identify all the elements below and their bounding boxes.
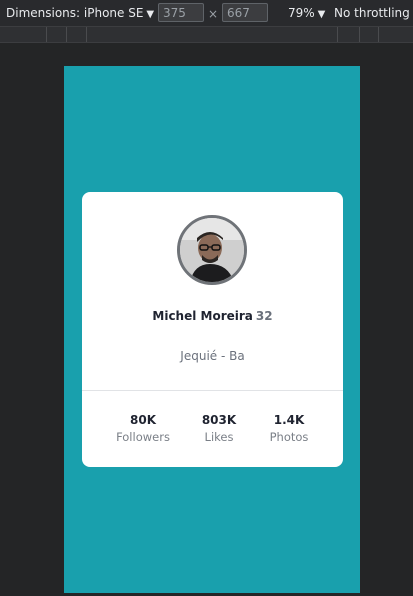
throttling-dropdown[interactable]: No throttling [334,0,410,26]
devtools-device-toolbar: Dimensions: iPhone SE ▼ 375 × 667 79% ▼ No… [0,0,413,27]
profile-age: 32 [255,309,273,323]
profile-card: Michel Moreira 32 Jequié - Ba 80K Followe… [82,192,343,467]
zoom-dropdown[interactable]: 79% ▼ [288,0,325,26]
profile-location: Jequié - Ba [180,349,245,363]
device-viewport: Michel Moreira 32 Jequié - Ba 80K Followe… [64,66,360,593]
height-input[interactable]: 667 [222,3,268,22]
profile-name: Michel Moreira 32 [82,309,343,323]
dimensions-label: Dimensions: iPhone SE [6,6,144,20]
dimensions-dropdown[interactable]: Dimensions: iPhone SE ▼ [6,0,154,26]
stat-photos: 1.4K Photos [244,413,334,444]
throttling-label: No throttling [334,6,410,20]
width-input[interactable]: 375 [158,3,204,22]
mq-separator [337,27,338,42]
zoom-label: 79% [288,6,315,20]
mq-separator [378,27,379,42]
chevron-down-icon: ▼ [146,9,155,20]
avatar [177,215,247,285]
mq-separator [86,27,87,42]
mq-separator [359,27,360,42]
stat-value: 1.4K [273,413,305,427]
mq-separator [46,27,47,42]
profile-name-text: Michel Moreira [152,309,253,323]
stat-label: Photos [269,430,309,444]
chevron-down-icon: ▼ [317,9,326,20]
avatar-photo [180,218,244,282]
times-icon: × [208,7,219,21]
mq-separator [66,27,67,42]
media-query-bar[interactable] [0,27,413,43]
divider [82,390,343,391]
